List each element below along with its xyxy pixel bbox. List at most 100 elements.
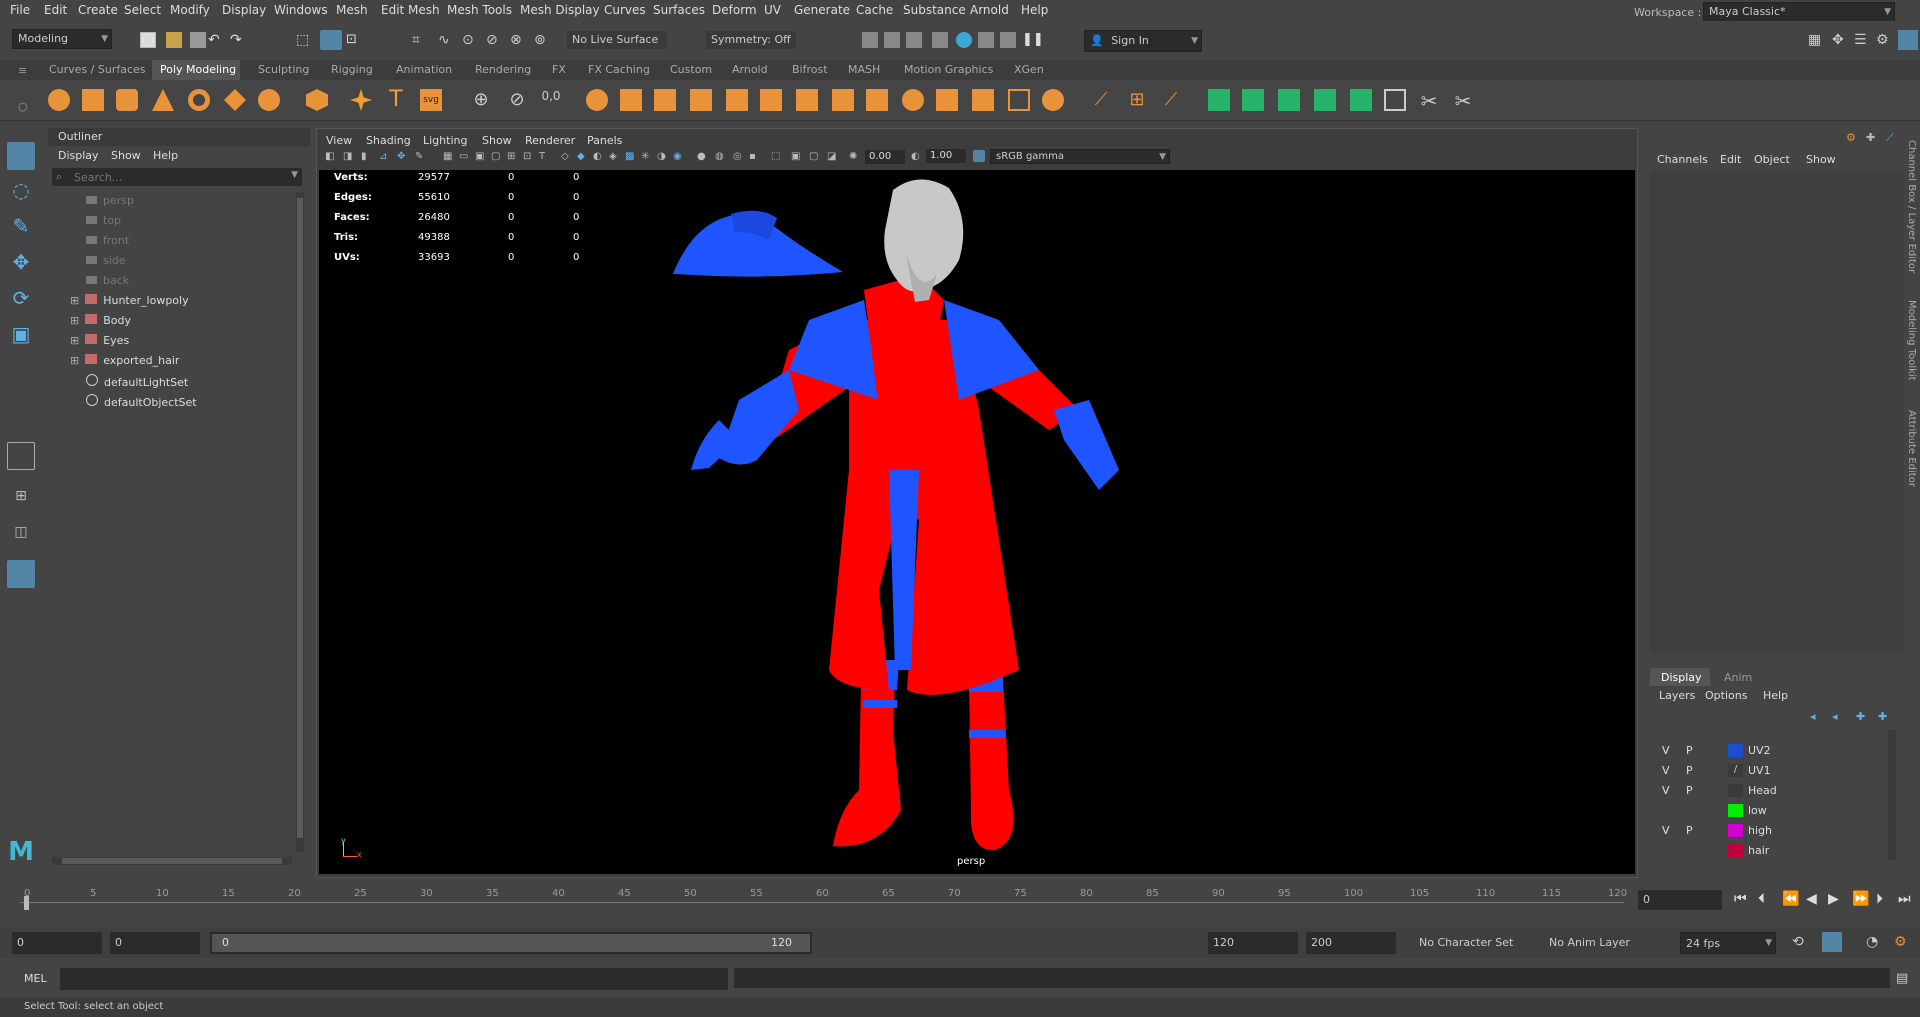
wireframe-icon[interactable]: ◇ <box>561 151 569 162</box>
outliner-item[interactable]: back <box>86 274 129 287</box>
new-layer-selected-icon[interactable]: ✚ <box>1878 710 1887 723</box>
viewport-menu-renderer[interactable]: Renderer <box>525 134 575 147</box>
side-tab-modeling-toolkit[interactable]: Modeling Toolkit <box>1906 300 1917 381</box>
collapse-icon[interactable] <box>972 89 994 111</box>
default-material-icon[interactable]: ◐ <box>593 151 602 162</box>
playback-start-field[interactable]: 0 <box>110 932 200 954</box>
layer-color-swatch[interactable]: / <box>1728 764 1743 777</box>
wireframe-on-shaded-icon[interactable]: ◈ <box>609 151 617 162</box>
lasso-tool-icon[interactable]: ◌ <box>7 178 35 206</box>
gamma-field[interactable]: 1.00 <box>926 149 966 163</box>
offset-edge-loop-icon[interactable] <box>832 89 854 111</box>
outliner-item[interactable]: ⊞ Body <box>70 314 131 327</box>
go-to-start-icon[interactable]: ⏮ <box>1734 891 1747 907</box>
superellipse-icon[interactable] <box>350 89 372 111</box>
textured-icon[interactable]: ▩ <box>625 151 634 162</box>
step-back-key-icon[interactable]: ⏪ <box>1782 891 1799 907</box>
append-polygon-icon[interactable] <box>690 89 712 111</box>
backface-culling-icon[interactable]: ◪ <box>827 151 836 162</box>
image-plane-icon[interactable]: ⊿ <box>379 151 387 162</box>
slice-icon[interactable]: ⟋ <box>1090 89 1112 111</box>
snap-surface-icon[interactable]: ⊗ <box>510 32 526 48</box>
uv-automatic-icon[interactable] <box>1314 89 1336 111</box>
mirror-icon[interactable]: ⊞ <box>1126 89 1148 111</box>
safe-title-icon[interactable]: T <box>539 151 545 162</box>
animation-end-field[interactable]: 200 <box>1306 932 1396 954</box>
tab-xgen[interactable]: XGen <box>1014 63 1044 76</box>
outliner-item[interactable]: ⊞ Hunter_lowpoly <box>70 294 189 307</box>
layer-tab-display[interactable]: Display <box>1650 668 1710 686</box>
layout-four-icon[interactable]: ⊞ <box>7 488 35 516</box>
poly-plane-icon[interactable] <box>224 89 246 111</box>
tab-motion-graphics[interactable]: Motion Graphics <box>904 63 993 76</box>
layer-visibility-toggle[interactable]: V <box>1662 744 1670 757</box>
live-surface-field[interactable]: No Live Surface <box>567 31 667 49</box>
character-set-dropdown[interactable]: No Character Set <box>1414 932 1530 954</box>
viewport-menu-panels[interactable]: Panels <box>587 134 622 147</box>
channel-menu-show[interactable]: Show <box>1806 153 1836 166</box>
layer-playback-toggle[interactable]: P <box>1686 824 1693 837</box>
menu-cache[interactable]: Cache <box>856 3 893 17</box>
bridge-icon[interactable] <box>620 89 642 111</box>
layer-tab-anim[interactable]: Anim <box>1724 671 1752 684</box>
checker-icon[interactable] <box>1384 89 1406 111</box>
new-layer-icon[interactable]: ✚ <box>1856 710 1865 723</box>
menu-edit[interactable]: Edit <box>44 3 67 17</box>
menu-substance[interactable]: Substance <box>903 3 966 17</box>
menu-select[interactable]: Select <box>124 3 161 17</box>
new-scene-icon[interactable] <box>140 32 156 48</box>
tab-sculpting[interactable]: Sculpting <box>258 63 309 76</box>
xray-components-icon[interactable]: ▢ <box>809 151 818 162</box>
menu-mesh-tools[interactable]: Mesh Tools <box>447 3 512 17</box>
gate-mask-icon[interactable]: ▢ <box>491 151 500 162</box>
field-chart-icon[interactable]: ⊞ <box>507 151 515 162</box>
outliner-item[interactable]: defaultObjectSet <box>86 394 197 409</box>
outliner-item[interactable]: ⊞ exported_hair <box>70 354 179 367</box>
channel-menu-channels[interactable]: Channels <box>1657 153 1708 166</box>
smooth-icon[interactable]: 0,0 <box>540 89 562 111</box>
layer-visibility-toggle[interactable]: V <box>1662 824 1670 837</box>
render-view-icon[interactable] <box>978 32 994 48</box>
screen-space-ao-icon[interactable]: ◉ <box>673 151 682 162</box>
exposure-icon[interactable]: ✺ <box>849 151 857 162</box>
layer-visibility-toggle[interactable]: V <box>1662 764 1670 777</box>
layer-row[interactable]: V P UV2 <box>1654 740 1886 760</box>
rotate-tool-icon[interactable]: ⟳ <box>7 286 35 314</box>
move-layer-up-icon[interactable]: ◂ <box>1810 710 1816 723</box>
sew-uv-icon[interactable]: ✂ <box>1452 89 1474 113</box>
shelf-menu-icon[interactable]: ≡ <box>18 64 34 80</box>
fill-hole-icon[interactable] <box>726 89 748 111</box>
safe-action-icon[interactable]: ⊡ <box>523 151 531 162</box>
modeling-toolkit-toggle-icon[interactable]: ▦ <box>1808 32 1824 48</box>
playback-end-field[interactable]: 120 <box>1208 932 1298 954</box>
workspace-dropdown[interactable]: Maya Classic* ▼ <box>1703 2 1895 22</box>
command-language-label[interactable]: MEL <box>24 972 47 985</box>
tab-rigging[interactable]: Rigging <box>331 63 373 76</box>
current-frame-field[interactable]: 0 <box>1638 890 1722 910</box>
sign-in-button[interactable]: 👤 Sign In ▼ <box>1084 30 1202 52</box>
outliner-menu-help[interactable]: Help <box>153 149 178 162</box>
view-transform-toggle-icon[interactable] <box>973 150 985 162</box>
tab-curves-surfaces[interactable]: Curves / Surfaces <box>49 63 146 76</box>
tool-settings-toggle-icon[interactable]: ⚙ <box>1876 32 1892 48</box>
menu-deform[interactable]: Deform <box>712 3 757 17</box>
play-backwards-icon[interactable]: ◀ <box>1806 891 1817 907</box>
ipr-render-icon[interactable] <box>884 32 900 48</box>
poly-cone-icon[interactable] <box>152 89 174 111</box>
2d-pan-zoom-icon[interactable]: ✥ <box>397 151 405 162</box>
animation-preferences-icon[interactable]: ⚙ <box>1894 934 1910 950</box>
step-forward-key-icon[interactable]: ⏩ <box>1852 891 1869 907</box>
outliner-search-box[interactable]: ⌕ ▼ <box>52 168 302 186</box>
menu-file[interactable]: File <box>10 3 30 17</box>
layer-color-swatch[interactable] <box>1728 784 1743 797</box>
snap-curve-icon[interactable]: ∿ <box>438 32 454 48</box>
wedge-icon[interactable] <box>902 89 924 111</box>
poly-cylinder-icon[interactable] <box>116 89 138 111</box>
layer-menu-options[interactable]: Options <box>1705 689 1747 702</box>
menu-curves[interactable]: Curves <box>604 3 646 17</box>
scale-tool-icon[interactable]: ▣ <box>7 322 35 350</box>
exposure-field[interactable]: 0.00 <box>865 150 905 164</box>
uv-planar-icon[interactable] <box>1208 89 1230 111</box>
menu-generate[interactable]: Generate <box>794 3 850 17</box>
tab-rendering[interactable]: Rendering <box>475 63 531 76</box>
